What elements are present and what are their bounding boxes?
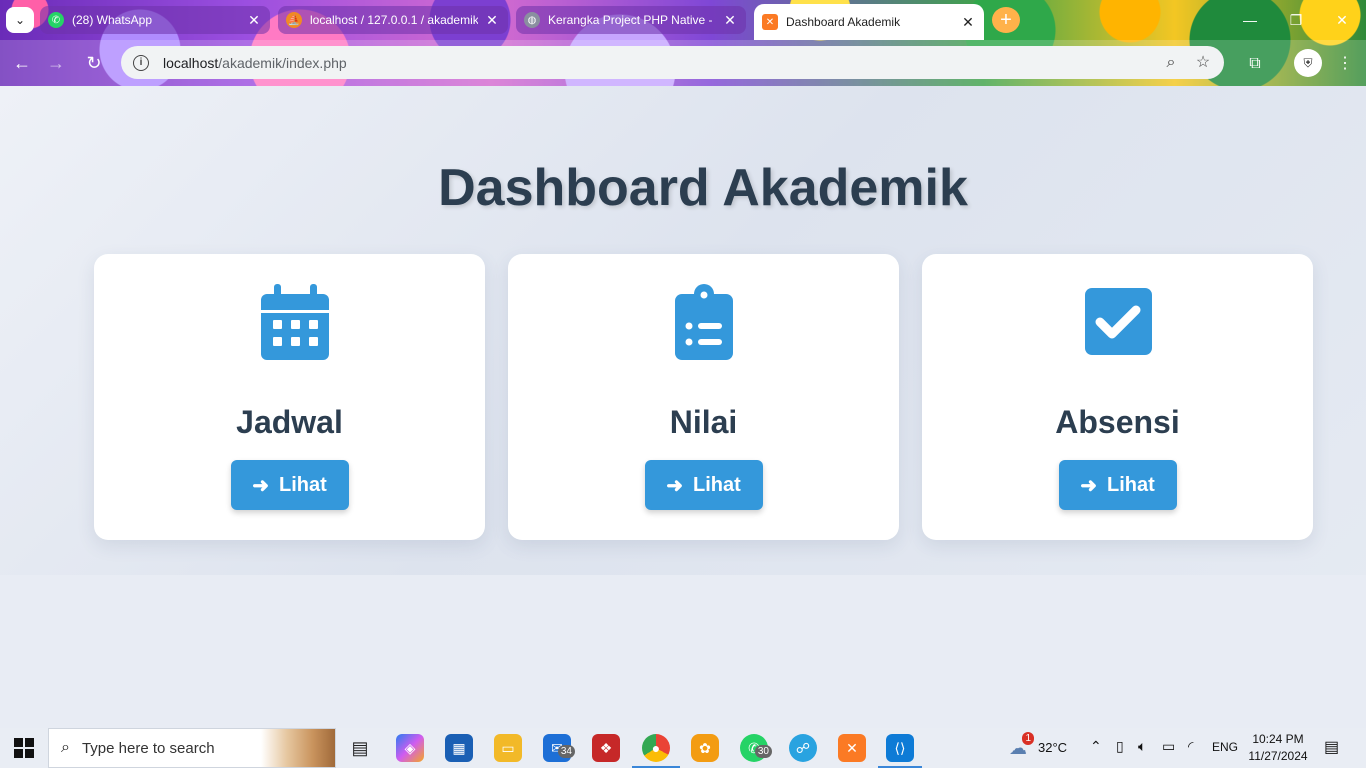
- profile-avatar[interactable]: ⛨: [1294, 49, 1322, 77]
- button-label: Lihat: [692, 473, 741, 496]
- restore-icon[interactable]: ❐: [1276, 8, 1316, 32]
- card-jadwal: Jadwal ➜ Lihat: [94, 254, 485, 540]
- minimize-icon[interactable]: —: [1230, 8, 1270, 32]
- tab-strip: ⌄ ✆ (28) WhatsApp ✕ ⛵ localhost / 127.0.…: [0, 0, 1366, 40]
- chrome-icon[interactable]: ●: [642, 734, 670, 762]
- page-content: Dashboard Akademik Jadwal ➜ Lihat Nilai …: [0, 86, 1366, 728]
- check-square-icon: [1084, 288, 1152, 355]
- close-icon[interactable]: ✕: [960, 14, 976, 31]
- calendar-icon: [260, 284, 329, 360]
- whatsapp-badge: 30: [754, 745, 772, 758]
- clock-time: 10:24 PM: [1252, 732, 1304, 746]
- page-lower-area: [0, 575, 1366, 728]
- button-label: Lihat: [278, 473, 327, 496]
- xampp-taskbar-icon[interactable]: ✕: [838, 734, 866, 762]
- tab-title: Kerangka Project PHP Native -: [548, 13, 713, 27]
- microsoft-store-icon[interactable]: ▦: [445, 734, 473, 762]
- close-icon[interactable]: ✕: [484, 12, 500, 29]
- lihat-nilai-button[interactable]: ➜ Lihat: [644, 460, 763, 510]
- card-absensi: Absensi ➜ Lihat: [922, 254, 1313, 540]
- mail-icon[interactable]: ✉ 34: [543, 734, 575, 762]
- app-icon[interactable]: ✿: [691, 734, 719, 762]
- search-icon: ⌕: [61, 739, 70, 756]
- url-host: localhost: [163, 54, 219, 71]
- close-icon[interactable]: ✕: [722, 12, 738, 29]
- card-title: Nilai: [669, 404, 738, 440]
- show-hidden-icons-icon[interactable]: ⌃: [1090, 738, 1102, 755]
- zoom-icon[interactable]: ⌕: [1161, 53, 1181, 73]
- file-explorer-icon[interactable]: ▭: [494, 734, 522, 762]
- gift-icon[interactable]: ❖: [592, 734, 620, 762]
- weather-alert-badge: 1: [1022, 732, 1034, 745]
- xampp-icon: ✕: [762, 14, 778, 30]
- tab-search-button[interactable]: ⌄: [6, 7, 34, 33]
- menu-kebab-icon[interactable]: ⋮: [1334, 53, 1356, 75]
- clipboard-list-icon: [674, 284, 733, 360]
- page-title: Dashboard Akademik: [438, 159, 968, 217]
- tab-title: Dashboard Akademik: [786, 15, 901, 29]
- url-path: /akademik/index.php: [218, 54, 347, 71]
- bookmark-star-icon[interactable]: ☆: [1193, 53, 1213, 73]
- new-tab-button[interactable]: +: [992, 7, 1020, 33]
- tab-title: (28) WhatsApp: [72, 13, 153, 27]
- whatsapp-taskbar-icon[interactable]: ✆ 30: [740, 734, 772, 762]
- globe-icon: ◍: [524, 12, 540, 28]
- tab-kerangka-project[interactable]: ◍ Kerangka Project PHP Native - ✕: [516, 6, 746, 34]
- arrow-right-icon: ➜: [666, 474, 683, 497]
- start-button[interactable]: [0, 728, 48, 768]
- card-title: Jadwal: [236, 404, 343, 440]
- close-icon[interactable]: ✕: [246, 12, 262, 29]
- wifi-icon[interactable]: ◜: [1188, 738, 1193, 755]
- extensions-icon[interactable]: ⧉: [1244, 53, 1266, 75]
- network-app-icon[interactable]: ☍: [789, 734, 817, 762]
- card-title: Absensi: [1055, 404, 1180, 440]
- copilot-icon[interactable]: ◈: [396, 734, 424, 762]
- reload-icon[interactable]: ↻: [82, 51, 106, 75]
- volume-icon[interactable]: 🔈︎: [1138, 738, 1146, 755]
- site-info-icon[interactable]: i: [133, 54, 149, 71]
- tab-phpmyadmin[interactable]: ⛵ localhost / 127.0.0.1 / akademik ✕: [278, 6, 508, 34]
- notification-icon[interactable]: ▤: [1324, 737, 1339, 757]
- arrow-right-icon: ➜: [252, 474, 269, 497]
- temperature-label[interactable]: 32°C: [1038, 740, 1067, 755]
- task-view-icon[interactable]: ▤: [346, 734, 374, 762]
- search-highlight-image: [261, 729, 335, 767]
- button-label: Lihat: [1106, 473, 1155, 496]
- back-icon[interactable]: ←: [10, 51, 34, 75]
- browser-toolbar: ← → ↻ i localhost/akademik/index.php ⌕ ☆…: [0, 40, 1366, 86]
- arrow-right-icon: ➜: [1080, 474, 1097, 497]
- lihat-jadwal-button[interactable]: ➜ Lihat: [230, 460, 349, 510]
- whatsapp-icon: ✆: [48, 12, 64, 28]
- address-bar[interactable]: i localhost/akademik/index.php ⌕ ☆: [121, 46, 1224, 79]
- card-nilai: Nilai ➜ Lihat: [508, 254, 899, 540]
- forward-icon[interactable]: →: [44, 51, 68, 75]
- taskbar-search-box[interactable]: ⌕ Type here to search: [48, 728, 336, 768]
- device-icon[interactable]: ▯: [1116, 738, 1124, 755]
- browser-chrome: ⌄ ✆ (28) WhatsApp ✕ ⛵ localhost / 127.0.…: [0, 0, 1366, 86]
- tab-title: localhost / 127.0.0.1 / akademik: [310, 13, 478, 27]
- tab-dashboard-akademik[interactable]: ✕ Dashboard Akademik ✕: [754, 4, 984, 40]
- close-window-icon[interactable]: ✕: [1322, 8, 1362, 32]
- vscode-icon[interactable]: ⟨⟩: [886, 734, 914, 762]
- phpmyadmin-icon: ⛵: [286, 12, 302, 28]
- search-placeholder: Type here to search: [81, 739, 215, 757]
- windows-taskbar: ⌕ Type here to search ▤ ◈ ▦ ▭ ✉ 34 ❖ ● ✿ …: [0, 728, 1366, 768]
- language-indicator[interactable]: ENG: [1212, 740, 1238, 754]
- system-clock[interactable]: 10:24 PM 11/27/2024: [1238, 731, 1318, 765]
- battery-icon[interactable]: ▭: [1162, 738, 1175, 755]
- tab-whatsapp[interactable]: ✆ (28) WhatsApp ✕: [40, 6, 270, 34]
- windows-logo-icon: [14, 738, 34, 758]
- clock-date: 11/27/2024: [1248, 749, 1308, 763]
- weather-cloud-icon[interactable]: ☁ 1: [1004, 732, 1034, 762]
- lihat-absensi-button[interactable]: ➜ Lihat: [1058, 460, 1177, 510]
- mail-badge: 34: [557, 745, 575, 758]
